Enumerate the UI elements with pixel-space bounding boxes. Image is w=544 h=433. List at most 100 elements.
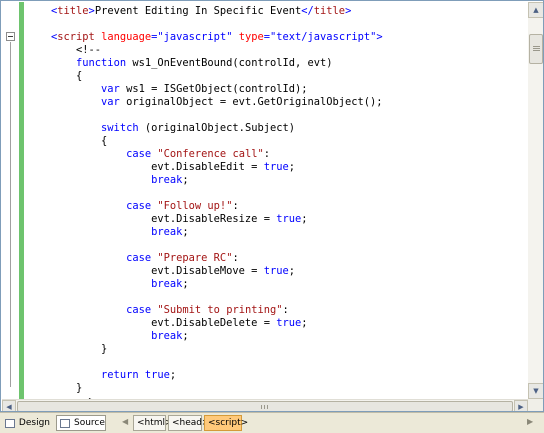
scroll-down-icon: ▼ xyxy=(533,387,539,395)
code-token: ="javascript" xyxy=(151,31,233,43)
outline-guide-line xyxy=(10,42,11,387)
design-tab-label: Design xyxy=(18,418,50,428)
code-token: break xyxy=(151,226,183,238)
code-line: evt.DisableResize = true; xyxy=(51,213,308,226)
scroll-right-button[interactable]: ▶ xyxy=(514,400,528,411)
code-editor[interactable]: <title>Prevent Editing In Specific Event… xyxy=(0,0,544,412)
code-line: } xyxy=(51,382,82,395)
code-token: : xyxy=(232,200,239,212)
breadcrumb-html[interactable]: <html> xyxy=(133,415,173,431)
code-token: ws1 = ISGetObject(controlId); xyxy=(119,83,308,95)
code-token: evt.DisableResize = xyxy=(51,213,277,225)
code-token: "Follow up!" xyxy=(157,200,233,212)
code-token: script xyxy=(57,31,95,43)
code-line: case "Submit to printing": xyxy=(51,304,289,317)
code-token: "Conference call" xyxy=(157,148,264,160)
code-token: ; xyxy=(169,369,177,381)
code-token: ; xyxy=(301,317,308,329)
horizontal-scroll-thumb[interactable] xyxy=(17,401,513,411)
code-token: originalObject = evt.GetOriginalObject()… xyxy=(119,96,383,108)
code-token: </ xyxy=(301,5,314,17)
code-token: true xyxy=(276,317,302,329)
source-tab-label: Source xyxy=(74,418,105,428)
collapse-toggle-icon[interactable] xyxy=(6,32,15,41)
design-tab[interactable]: Design xyxy=(2,415,50,431)
code-token: : xyxy=(263,148,270,160)
code-line: case "Conference call": xyxy=(51,148,270,161)
code-token: var xyxy=(101,83,120,95)
design-view-icon xyxy=(5,418,15,428)
breadcrumb-head[interactable]: <head> xyxy=(168,415,210,431)
code-line: <title>Prevent Editing In Specific Event… xyxy=(51,5,351,18)
code-token: ; xyxy=(182,278,189,290)
code-token: true xyxy=(144,369,170,381)
source-view-icon xyxy=(60,418,70,428)
code-text-area[interactable]: <title>Prevent Editing In Specific Event… xyxy=(25,2,528,399)
code-token: ws1_OnEventBound(controlId, evt) xyxy=(126,57,333,69)
scroll-left-button[interactable]: ◀ xyxy=(2,400,16,411)
code-line: evt.DisableEdit = true; xyxy=(51,161,295,174)
scroll-down-button[interactable]: ▼ xyxy=(528,383,543,399)
breadcrumb-scroll-right-icon[interactable]: ▶ xyxy=(527,417,533,426)
code-token: ; xyxy=(301,213,308,225)
code-line: break; xyxy=(51,226,189,239)
code-token: var xyxy=(101,96,120,108)
code-line: <script language="javascript" type="text… xyxy=(51,31,383,44)
code-token: } xyxy=(51,382,83,394)
horizontal-scrollbar[interactable]: ◀ ▶ xyxy=(2,399,528,411)
code-line: <!-- xyxy=(51,44,101,57)
code-token: language xyxy=(101,31,152,43)
code-line: break; xyxy=(51,330,189,343)
code-line: var ws1 = ISGetObject(controlId); xyxy=(51,83,308,96)
view-switcher-bar: Design Source ◀ <html> <head> <script> ▶ xyxy=(0,412,544,433)
vertical-scroll-thumb[interactable] xyxy=(529,34,543,64)
code-token: switch xyxy=(101,122,139,134)
code-token: ; xyxy=(288,161,295,173)
source-tab[interactable]: Source xyxy=(56,415,106,431)
code-line: break; xyxy=(51,278,189,291)
code-token: : xyxy=(282,304,289,316)
code-line: case "Prepare RC": xyxy=(51,252,239,265)
scrollbar-corner xyxy=(528,399,543,411)
code-token: <!-- xyxy=(51,44,102,56)
code-token: (originalObject.Subject) xyxy=(138,122,295,134)
code-token: break xyxy=(151,174,183,186)
code-line: var originalObject = evt.GetOriginalObje… xyxy=(51,96,383,109)
code-token: true xyxy=(263,265,289,277)
code-line: switch (originalObject.Subject) xyxy=(51,122,295,135)
code-line: { xyxy=(51,70,82,83)
code-line: evt.DisableMove = true; xyxy=(51,265,295,278)
breadcrumb-script[interactable]: <script> xyxy=(204,415,248,431)
code-token: function xyxy=(76,57,127,69)
code-line: { xyxy=(51,135,107,148)
code-token: break xyxy=(151,330,183,342)
code-token: case xyxy=(126,200,152,212)
outline-margin xyxy=(2,2,19,399)
code-token: true xyxy=(276,213,302,225)
code-token: ; xyxy=(182,174,189,186)
code-token: : xyxy=(232,252,239,264)
scroll-left-icon: ◀ xyxy=(6,402,12,411)
vertical-scrollbar[interactable]: ▲ ▼ xyxy=(528,2,543,399)
code-token: ; xyxy=(182,226,189,238)
breadcrumb-scroll-left-icon[interactable]: ◀ xyxy=(122,417,128,426)
scroll-up-icon: ▲ xyxy=(533,6,539,14)
code-token: title xyxy=(57,5,89,17)
code-token: type xyxy=(238,31,264,43)
scroll-up-button[interactable]: ▲ xyxy=(528,2,543,18)
code-token: ; xyxy=(182,330,189,342)
code-token: evt.DisableMove = xyxy=(51,265,264,277)
code-token: return xyxy=(101,369,139,381)
change-tracking-bar xyxy=(19,2,24,399)
code-token: title xyxy=(313,5,346,17)
